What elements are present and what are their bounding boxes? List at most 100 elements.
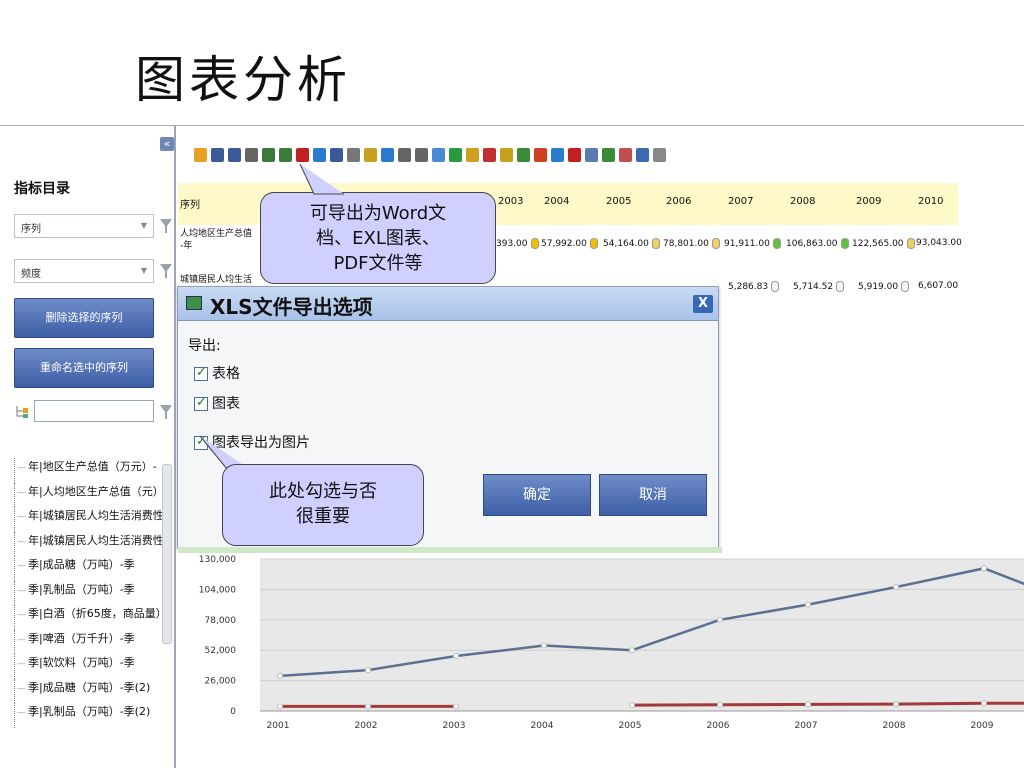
data-point[interactable] — [541, 642, 547, 649]
checkbox-table[interactable] — [194, 365, 208, 381]
toolbar-tool-icon[interactable] — [245, 147, 258, 162]
data-point[interactable] — [453, 703, 459, 710]
option-chart[interactable]: 图表 — [194, 393, 240, 413]
data-point[interactable] — [717, 616, 723, 623]
frequency-select[interactable]: 频度 ▼ — [14, 259, 154, 283]
cylinder-icon — [901, 281, 910, 292]
tree-item[interactable]: 季|成品糖（万吨）-季(2) — [14, 678, 164, 703]
toolbar-tool-icon[interactable] — [398, 147, 411, 162]
collapse-sidebar-button[interactable]: « — [160, 137, 174, 151]
data-point[interactable] — [893, 584, 899, 591]
data-point[interactable] — [365, 703, 371, 710]
cell-value: 106,863.00 — [786, 239, 838, 249]
toolbar-tool-icon[interactable] — [296, 147, 309, 162]
series-select[interactable]: 序列 ▼ — [14, 214, 154, 238]
option-table-label: 表格 — [212, 366, 240, 382]
toolbar-tool-icon[interactable] — [653, 147, 666, 162]
close-button[interactable]: X — [693, 295, 713, 313]
cylinder-icon — [771, 281, 780, 292]
data-point[interactable] — [981, 700, 987, 707]
rename-selected-series-button[interactable]: 重命名选中的序列 — [14, 348, 154, 388]
tree-item[interactable]: 年|地区生产总值（万元）- — [14, 458, 164, 483]
dialog-titlebar: XLS文件导出选项 X — [178, 287, 718, 321]
toolbar-tool-icon[interactable] — [568, 147, 581, 162]
cylinder-icon — [589, 238, 598, 249]
toolbar-tool-icon[interactable] — [585, 147, 598, 162]
data-point[interactable] — [805, 601, 811, 608]
toolbar-tool-icon[interactable] — [551, 147, 564, 162]
toolbar-tool-icon[interactable] — [517, 147, 530, 162]
y-tick-label: 0 — [230, 707, 236, 717]
toolbar-tool-icon[interactable] — [466, 147, 479, 162]
toolbar-tool-icon[interactable] — [262, 147, 275, 162]
toolbar-tool-icon[interactable] — [364, 147, 377, 162]
toolbar-tool-icon[interactable] — [211, 147, 224, 162]
delete-selected-series-button[interactable]: 删除选择的序列 — [14, 298, 154, 338]
grid-year-header: 2004 — [544, 196, 570, 207]
callout-line: 可导出为Word文 — [309, 203, 447, 224]
toolbar-tool-icon[interactable] — [381, 147, 394, 162]
toolbar-tool-icon[interactable] — [602, 147, 615, 162]
y-tick-label: 78,000 — [205, 616, 237, 626]
toolbar-tool-icon[interactable] — [313, 147, 326, 162]
toolbar-tool-icon[interactable] — [534, 147, 547, 162]
tree-item[interactable]: 季|啤酒（万千升）-季 — [14, 629, 164, 654]
grid-year-header: 2009 — [856, 196, 882, 207]
data-point[interactable] — [629, 647, 635, 654]
toolbar-tool-icon[interactable] — [500, 147, 513, 162]
tree-item[interactable]: 年|城镇居民人均生活消费性 — [14, 531, 164, 556]
toolbar-tool-icon[interactable] — [483, 147, 496, 162]
option-table[interactable]: 表格 — [194, 363, 240, 383]
x-tick-label: 2008 — [883, 721, 906, 731]
filter-icon[interactable] — [160, 404, 172, 420]
filter-icon[interactable] — [160, 218, 172, 234]
plot-area — [260, 559, 1024, 711]
toolbar-tool-icon[interactable] — [432, 147, 445, 162]
cell-value: 393.00 — [496, 239, 528, 249]
grid-cell: 5,714.52 — [793, 281, 845, 292]
tree-item[interactable]: 季|乳制品（万吨）-季 — [14, 580, 164, 605]
toolbar-tool-icon[interactable] — [415, 147, 428, 162]
toolbar-tool-icon[interactable] — [330, 147, 343, 162]
ok-button[interactable]: 确定 — [483, 474, 591, 516]
cylinder-icon — [906, 238, 915, 249]
tree-item[interactable]: 年|城镇居民人均生活消费性 — [14, 507, 164, 532]
data-point[interactable] — [629, 702, 635, 709]
toolbar-tool-icon[interactable] — [194, 147, 207, 162]
data-point[interactable] — [365, 667, 371, 674]
filter-icon[interactable] — [160, 263, 172, 279]
tree-item[interactable]: 季|软饮料（万吨）-季 — [14, 654, 164, 679]
toolbar-tool-icon[interactable] — [228, 147, 241, 162]
toolbar-tool-icon[interactable] — [279, 147, 292, 162]
cell-value: 5,714.52 — [793, 282, 834, 292]
cancel-button[interactable]: 取消 — [599, 474, 707, 516]
grid-cell: 91,911.00 — [724, 238, 781, 249]
tree-item[interactable]: 年|人均地区生产总值（元） — [14, 482, 164, 507]
toolbar-tool-icon[interactable] — [636, 147, 649, 162]
y-tick-label: 26,000 — [205, 677, 237, 687]
tree-item[interactable]: 季|白酒（折65度，商品量） — [14, 605, 164, 630]
tree-icon[interactable] — [14, 404, 30, 420]
tree-item[interactable]: 季|成品糖（万吨）-季 — [14, 556, 164, 581]
tree-search-input[interactable] — [34, 400, 154, 422]
data-point[interactable] — [893, 701, 899, 708]
cell-value: -年 — [180, 241, 193, 251]
tree-item[interactable]: 季|乳制品（万吨）-季(2) — [14, 703, 164, 728]
toolbar-tool-icon[interactable] — [347, 147, 360, 162]
toolbar — [194, 144, 754, 170]
data-point[interactable] — [805, 701, 811, 708]
tree-scrollbar[interactable] — [162, 464, 172, 644]
toolbar-tool-icon[interactable] — [449, 147, 462, 162]
data-point[interactable] — [277, 703, 283, 710]
data-point[interactable] — [453, 653, 459, 660]
data-point[interactable] — [717, 701, 723, 708]
grid-year-header: 2008 — [790, 196, 816, 207]
grid-header-label: 序列 — [180, 200, 200, 211]
data-point[interactable] — [277, 672, 283, 679]
callout-line: PDF文件等 — [333, 253, 423, 274]
grid-cell: 54,164.00 — [603, 238, 660, 249]
x-tick-label: 2001 — [267, 721, 290, 731]
toolbar-tool-icon[interactable] — [619, 147, 632, 162]
checkbox-chart[interactable] — [194, 395, 208, 411]
data-point[interactable] — [981, 565, 987, 572]
